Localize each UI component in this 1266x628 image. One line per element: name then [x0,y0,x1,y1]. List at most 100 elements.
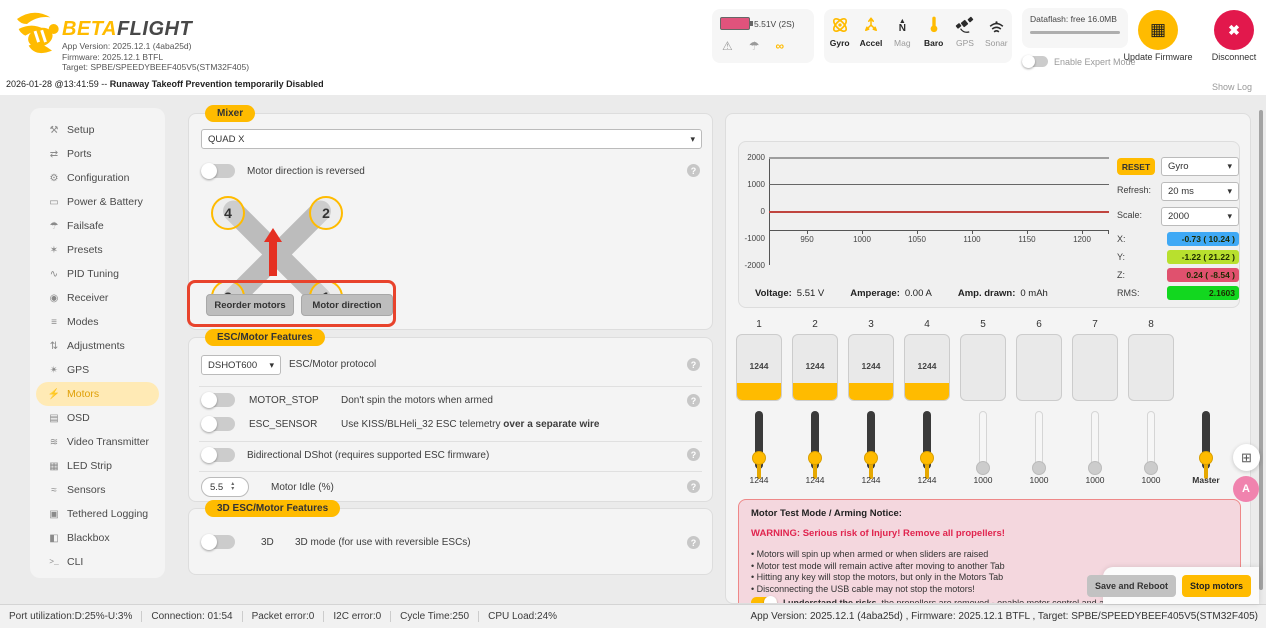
motor-slider-2[interactable]: 1244 [792,411,838,473]
sidebar-item-motors[interactable]: ⚡Motors [36,382,159,406]
stop-motors-button[interactable]: Stop motors [1182,575,1251,597]
chevron-down-icon: ▾ [1227,211,1232,222]
master-slider[interactable]: Master [1183,411,1229,473]
sidebar-item-osd[interactable]: ▤OSD [36,406,159,430]
disconnect-label: Disconnect [1189,52,1266,62]
sidebar-item-configuration[interactable]: ⚙Configuration [36,166,159,190]
y-tick: 1000 [741,180,765,189]
y-tick: -2000 [741,261,765,270]
gps-icon [951,14,979,36]
header: BETAFLIGHT App Version: 2025.12.1 (4aba2… [0,0,1266,75]
sidebar-item-power-battery[interactable]: ▭Power & Battery [36,190,159,214]
disconnect-button[interactable]: ✖ [1214,10,1254,50]
sidebar-item-presets[interactable]: ✶Presets [36,238,159,262]
esc-features-section-title: ESC/Motor Features [205,329,325,346]
bidirectional-dshot-toggle[interactable] [201,448,235,462]
footer-version-info: App Version: 2025.12.1 (4aba25d) , Firmw… [751,611,1266,622]
bidirectional-dshot-label: Bidirectional DShot (requires supported … [247,450,489,461]
motor-slider-5[interactable]: 1000 [960,411,1006,473]
battery-icon [720,17,750,30]
motor-number: 1 [736,319,782,330]
sidebar-item-receiver[interactable]: ◉Receiver [36,286,159,310]
baro-icon [920,14,948,36]
motor-direction-button[interactable]: Motor direction [301,294,393,316]
sidebar-item-tethered-logging[interactable]: ▣Tethered Logging [36,502,159,526]
help-icon[interactable]: ? [687,164,700,177]
motor-bar-7 [1072,334,1118,401]
mixer-select[interactable]: QUAD X ▾ [201,129,702,149]
help-icon[interactable]: ? [687,394,700,407]
motor-idle-input[interactable]: 5.5 ▴▾ [201,477,249,497]
update-firmware-button[interactable]: ▦ [1138,10,1178,50]
motor-slider-3[interactable]: 1244 [848,411,894,473]
translate-button[interactable]: A [1233,476,1259,502]
sidebar-item-pid-tuning[interactable]: ∿PID Tuning [36,262,159,286]
motor-slider-7[interactable]: 1000 [1072,411,1118,473]
motor-slider-1[interactable]: 1244 [736,411,782,473]
grid-add-icon: ⊞ [1241,450,1252,466]
motor-bar-5 [960,334,1006,401]
motor-bar-8 [1128,334,1174,401]
sidebar-item-cli[interactable]: >_CLI [36,550,159,574]
chevron-down-icon: ▾ [269,360,274,371]
reset-button[interactable]: RESET [1117,158,1155,175]
sensor-mag: ▲N Mag [888,14,916,48]
battery-icon: ▭ [46,197,62,208]
3d-mode-toggle[interactable] [201,535,235,549]
sidebar-item-led-strip[interactable]: ▦LED Strip [36,454,159,478]
reorder-motors-button[interactable]: Reorder motors [206,294,294,316]
sidebar-item-ports[interactable]: ⇄Ports [36,142,159,166]
motor-slider-4[interactable]: 1244 [904,411,950,473]
gridline-2000 [769,157,1109,159]
help-icon[interactable]: ? [687,358,700,371]
motor-slider-8[interactable]: 1000 [1128,411,1174,473]
help-icon[interactable]: ? [687,536,700,549]
refresh-label: Refresh: [1117,185,1151,195]
scale-select[interactable]: 2000▾ [1161,207,1239,226]
sidebar-item-setup[interactable]: ⚒Setup [36,118,159,142]
sidebar-item-sensors[interactable]: ≈Sensors [36,478,159,502]
help-icon[interactable]: ? [687,448,700,461]
x-tick: 1050 [902,235,932,244]
x-value-badge: -0.73 ( 10.24 ) [1167,232,1239,246]
understand-risks-toggle[interactable] [751,597,777,604]
ports-icon: ⇄ [46,149,62,160]
sidebar-item-blackbox[interactable]: ◧Blackbox [36,526,159,550]
graph-source-select[interactable]: Gyro▾ [1161,157,1239,176]
packet-error: Packet error:0 [243,611,325,622]
motor-direction-reversed-toggle[interactable] [201,164,235,178]
expert-mode-toggle[interactable] [1022,56,1048,67]
motor-test-panel: 2000 1000 0 -1000 -2000 [725,113,1251,604]
extension-grid-button[interactable]: ⊞ [1233,444,1260,471]
vertical-scrollbar[interactable] [1259,110,1263,590]
failsafe-icon: ☂ [749,39,760,53]
sidebar-item-modes[interactable]: ≡Modes [36,310,159,334]
y-axis-label: Y: [1117,252,1125,262]
chevron-down-icon: ▾ [1227,186,1232,197]
motor-stop-desc: Don't spin the motors when armed [341,395,493,406]
sidebar-item-gps[interactable]: ✴GPS [36,358,159,382]
sidebar-item-failsafe[interactable]: ☂Failsafe [36,214,159,238]
x-axis-label: X: [1117,234,1126,244]
amp-drawn-value: 0 mAh [1020,288,1047,299]
save-and-reboot-button[interactable]: Save and Reboot [1087,575,1176,597]
show-log-link[interactable]: Show Log [1212,82,1252,92]
help-icon[interactable]: ? [687,480,700,493]
motor-idle-label: Motor Idle (%) [271,482,334,493]
esc-sensor-toggle[interactable] [201,417,235,431]
esc-protocol-select[interactable]: DSHOT600 ▾ [201,355,281,375]
motor-bar-2: 1244 [792,334,838,401]
motor-number: 4 [904,319,950,330]
arming-warning-icon: ⚠ [722,39,733,53]
sidebar-item-video-transmitter[interactable]: ≋Video Transmitter [36,430,159,454]
z-axis-label: Z: [1117,270,1125,280]
motor-position-2: 2 [309,196,343,230]
motor-stop-toggle[interactable] [201,393,235,407]
y-tick: 0 [741,207,765,216]
sidebar-item-adjustments[interactable]: ⇅Adjustments [36,334,159,358]
spinner-icon[interactable]: ▴▾ [231,482,234,492]
motor-slider-6[interactable]: 1000 [1016,411,1062,473]
refresh-select[interactable]: 20 ms▾ [1161,182,1239,201]
gyro-trace-line [769,211,1109,213]
dataflash-label: Dataflash: free 16.0MB [1030,14,1120,24]
